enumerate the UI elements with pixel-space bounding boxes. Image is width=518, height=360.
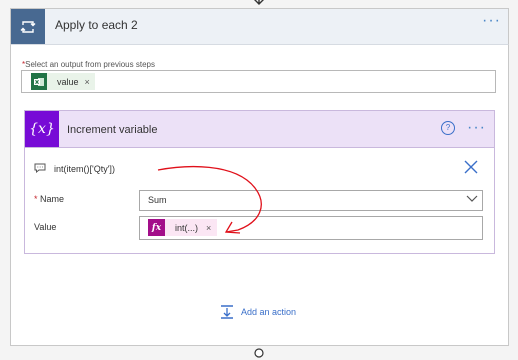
excel-icon: [31, 73, 47, 90]
name-label: * Name: [34, 194, 64, 204]
name-dropdown-value: Sum: [148, 195, 167, 205]
loop-icon: [11, 9, 45, 44]
chevron-down-icon[interactable]: [466, 195, 478, 203]
add-action-icon: [221, 305, 233, 319]
select-output-label-text: Select an output from previous steps: [25, 60, 155, 69]
expression-token[interactable]: fx int(...) ×: [148, 219, 218, 236]
comment-text: int(item()['Qty']): [54, 164, 115, 174]
expression-icon: fx: [148, 219, 165, 236]
add-action-label: Add an action: [241, 307, 297, 317]
value-label: Value: [34, 222, 57, 232]
increment-variable-more-button[interactable]: ···: [467, 120, 486, 136]
apply-to-each-title: Apply to each 2: [55, 18, 138, 32]
connector-arrow-icon: [254, 348, 264, 358]
name-label-text: Name: [40, 194, 65, 204]
expression-token-remove-icon[interactable]: ×: [206, 223, 211, 233]
value-token-label: value: [57, 76, 79, 87]
increment-variable-title: Increment variable: [67, 124, 158, 136]
value-token[interactable]: value ×: [31, 73, 95, 90]
close-icon[interactable]: [464, 160, 478, 174]
value-token-remove-icon[interactable]: ×: [85, 77, 90, 87]
select-output-label: *Select an output from previous steps: [22, 60, 155, 69]
variable-icon: {x}: [25, 111, 59, 147]
connector-arrow-icon: [254, 0, 264, 5]
expression-token-label: int(...): [175, 222, 199, 233]
comment-icon[interactable]: [34, 163, 46, 173]
apply-to-each-more-button[interactable]: ···: [482, 13, 501, 29]
add-action-button[interactable]: Add an action: [220, 305, 296, 319]
help-icon[interactable]: ?: [441, 121, 455, 135]
name-dropdown[interactable]: [139, 190, 483, 211]
required-marker: *: [34, 194, 38, 204]
